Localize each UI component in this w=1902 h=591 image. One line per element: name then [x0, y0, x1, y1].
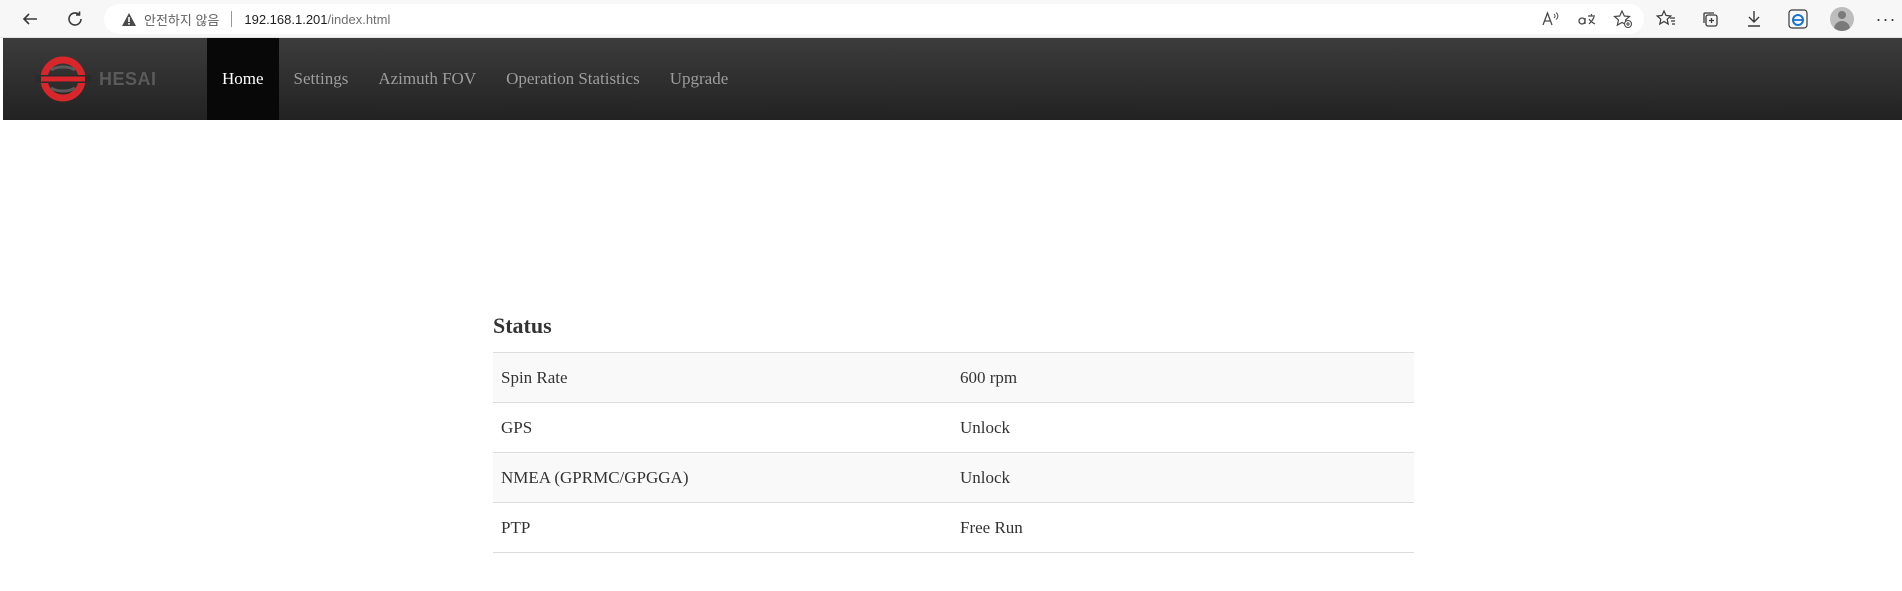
table-row: GPS Unlock	[493, 402, 1414, 453]
hesai-logo-icon	[35, 56, 91, 102]
read-aloud-icon[interactable]	[1540, 8, 1562, 30]
nav-item-azimuth-fov[interactable]: Azimuth FOV	[363, 38, 491, 120]
table-row: Spin Rate 600 rpm	[493, 352, 1414, 403]
profile-icon[interactable]	[1828, 5, 1856, 33]
security-status-text[interactable]: 안전하지 않음	[144, 10, 219, 29]
status-label: Spin Rate	[493, 352, 952, 403]
warning-icon[interactable]	[120, 10, 138, 28]
nav-item-home[interactable]: Home	[207, 38, 279, 120]
back-arrow-icon	[22, 13, 37, 25]
status-label: GPS	[493, 402, 952, 453]
status-table: Spin Rate 600 rpm GPS Unlock NMEA (GPRMC…	[493, 352, 1414, 553]
status-title: Status	[493, 313, 552, 338]
nav-item-upgrade[interactable]: Upgrade	[655, 38, 744, 120]
main-navbar: HESAI Home Settings Azimuth FOV Operatio…	[3, 38, 1902, 120]
refresh-button[interactable]	[61, 5, 89, 33]
brand-logo[interactable]: HESAI	[3, 38, 207, 120]
brand-name: HESAI	[99, 68, 157, 89]
collections-icon[interactable]	[1696, 5, 1724, 33]
more-options-icon[interactable]: ···	[1872, 5, 1900, 33]
back-button[interactable]	[16, 5, 44, 33]
add-favorite-icon[interactable]	[1612, 8, 1634, 30]
edge-ie-mode-icon[interactable]	[1784, 5, 1812, 33]
status-value: Unlock	[952, 452, 1414, 503]
url-host[interactable]: 192.168.1.201	[244, 12, 327, 27]
avatar[interactable]	[1830, 7, 1854, 31]
favorites-icon[interactable]	[1652, 5, 1680, 33]
table-row: NMEA (GPRMC/GPGGA) Unlock	[493, 452, 1414, 503]
status-value: Unlock	[952, 402, 1414, 453]
table-row: PTP Free Run	[493, 502, 1414, 553]
status-label: PTP	[493, 502, 952, 553]
nav-item-operation-statistics[interactable]: Operation Statistics	[491, 38, 655, 120]
status-value: 600 rpm	[952, 352, 1414, 403]
status-value: Free Run	[952, 502, 1414, 553]
status-label: NMEA (GPRMC/GPGGA)	[493, 452, 952, 503]
nav-menu: Home Settings Azimuth FOV Operation Stat…	[207, 38, 743, 120]
translate-icon[interactable]	[1576, 8, 1598, 30]
nav-item-settings[interactable]: Settings	[279, 38, 364, 120]
address-bar[interactable]: 안전하지 않음 192.168.1.201/index.html	[104, 4, 1644, 34]
refresh-icon	[68, 11, 82, 26]
browser-toolbar: 안전하지 않음 192.168.1.201/index.html ···	[0, 0, 1902, 38]
address-divider	[231, 11, 233, 27]
downloads-icon[interactable]	[1740, 5, 1768, 33]
url-path[interactable]: /index.html	[328, 12, 391, 27]
